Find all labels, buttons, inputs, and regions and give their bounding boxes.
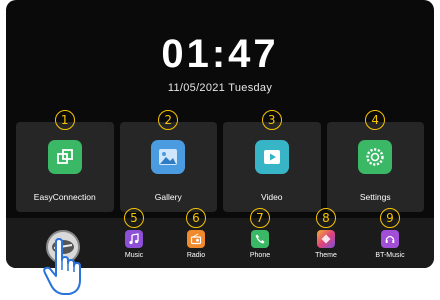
app-tiles: 1 EasyConnection 2 Gallery 3 Video 4 Set… [16,110,424,212]
dock-label: Theme [315,252,337,259]
radio-icon [187,230,205,248]
tile-label: Settings [359,192,391,202]
tile-easyconnection[interactable]: 1 EasyConnection [16,110,114,212]
dock-radio[interactable]: 6 Radio [176,208,216,268]
callout-number: 8 [316,208,336,228]
dock-label: BT-Music [375,252,405,259]
tile-label: Video [260,192,283,202]
callout-number: 1 [54,110,75,130]
gear-icon [358,140,393,174]
tile-settings[interactable]: 4 Settings [326,110,424,212]
music-icon [125,230,143,248]
bluetooth-music-icon [381,230,399,248]
video-icon [254,140,289,174]
tile-label: EasyConnection [33,192,96,202]
dock-music[interactable]: 5 Music [114,208,154,268]
pointing-hand-icon [42,238,82,300]
clock-date: 11/05/2021 Tuesday [167,82,273,94]
head-unit-screen: 01:47 11/05/2021 Tuesday 1 EasyConnectio… [6,0,434,268]
dock-label: Phone [249,252,271,259]
callout-number: 4 [365,110,386,130]
tile-video[interactable]: 3 Video [223,110,321,212]
phone-icon [251,230,269,248]
tile-label: Gallery [154,192,182,202]
theme-icon [317,230,335,248]
callout-number: 6 [186,208,206,228]
clock-time: 01:47 [161,32,279,76]
easyconnection-icon [47,140,82,174]
callout-number: 9 [380,208,400,228]
dock-bt-music[interactable]: 9 BT-Music [370,208,410,268]
callout-number: 3 [261,110,282,130]
dock-phone[interactable]: 7 Phone [240,208,280,268]
dock-theme[interactable]: 8 Theme [306,208,346,268]
callout-number: 5 [124,208,144,228]
callout-number: 7 [250,208,270,228]
dock-label: Radio [186,252,206,259]
callout-number: 2 [158,110,179,130]
tile-gallery[interactable]: 2 Gallery [119,110,217,212]
gallery-icon [151,140,186,174]
dock-label: Music [124,252,144,259]
